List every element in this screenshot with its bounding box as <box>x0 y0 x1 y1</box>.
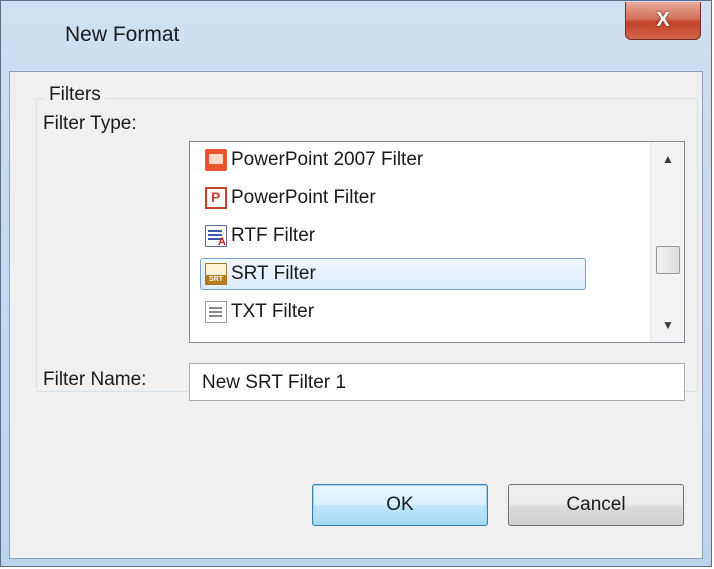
window-title: New Format <box>65 23 180 46</box>
filters-group: Filters Filter Type: PowerPoint 2007 Fil… <box>36 84 698 401</box>
chevron-down-icon: ▼ <box>662 318 674 332</box>
cancel-button[interactable]: Cancel <box>508 484 684 526</box>
ok-button[interactable]: OK <box>312 484 488 526</box>
rtf-icon <box>205 225 227 248</box>
scroll-up-button[interactable]: ▲ <box>651 144 684 174</box>
title-bar[interactable]: New Format X <box>1 1 711 71</box>
scroll-down-button[interactable]: ▼ <box>651 310 684 340</box>
list-item-powerpoint-filter[interactable]: PowerPoint Filter <box>200 182 586 214</box>
list-item-label: PowerPoint 2007 Filter <box>231 149 424 170</box>
list-item-label: PowerPoint Filter <box>231 187 376 208</box>
close-button[interactable]: X <box>625 2 701 40</box>
chevron-up-icon: ▲ <box>662 152 674 166</box>
list-item-txt-filter[interactable]: TXT Filter <box>200 296 586 328</box>
list-item-partial <box>200 332 586 342</box>
list-item-powerpoint-2007-filter[interactable]: PowerPoint 2007 Filter <box>200 144 586 176</box>
filter-name-label: Filter Name: <box>43 369 147 390</box>
powerpoint-2007-icon <box>205 149 227 171</box>
filter-type-list[interactable]: PowerPoint 2007 Filter PowerPoint Filter… <box>189 141 685 343</box>
scroll-thumb[interactable] <box>656 246 680 274</box>
cancel-button-label: Cancel <box>566 494 626 515</box>
list-item-srt-filter[interactable]: SRT Filter <box>200 258 586 290</box>
srt-icon <box>205 263 227 285</box>
filter-type-label: Filter Type: <box>43 113 137 134</box>
dialog-body: Filters Filter Type: PowerPoint 2007 Fil… <box>9 71 703 559</box>
new-format-dialog: New Format X Filters Filter Type: PowerP… <box>0 0 712 567</box>
filters-group-label: Filters <box>45 84 105 106</box>
powerpoint-icon <box>205 187 227 209</box>
list-item-label: TXT Filter <box>231 301 315 322</box>
list-item-rtf-filter[interactable]: RTF Filter <box>200 220 586 252</box>
txt-icon <box>205 301 227 323</box>
close-icon: X <box>656 9 670 31</box>
list-item-label: SRT Filter <box>231 263 316 284</box>
filter-name-input[interactable]: New SRT Filter 1 <box>189 363 685 401</box>
list-item-label: RTF Filter <box>231 225 316 246</box>
ok-button-label: OK <box>386 494 414 515</box>
list-scrollbar[interactable]: ▲ ▼ <box>650 142 684 342</box>
